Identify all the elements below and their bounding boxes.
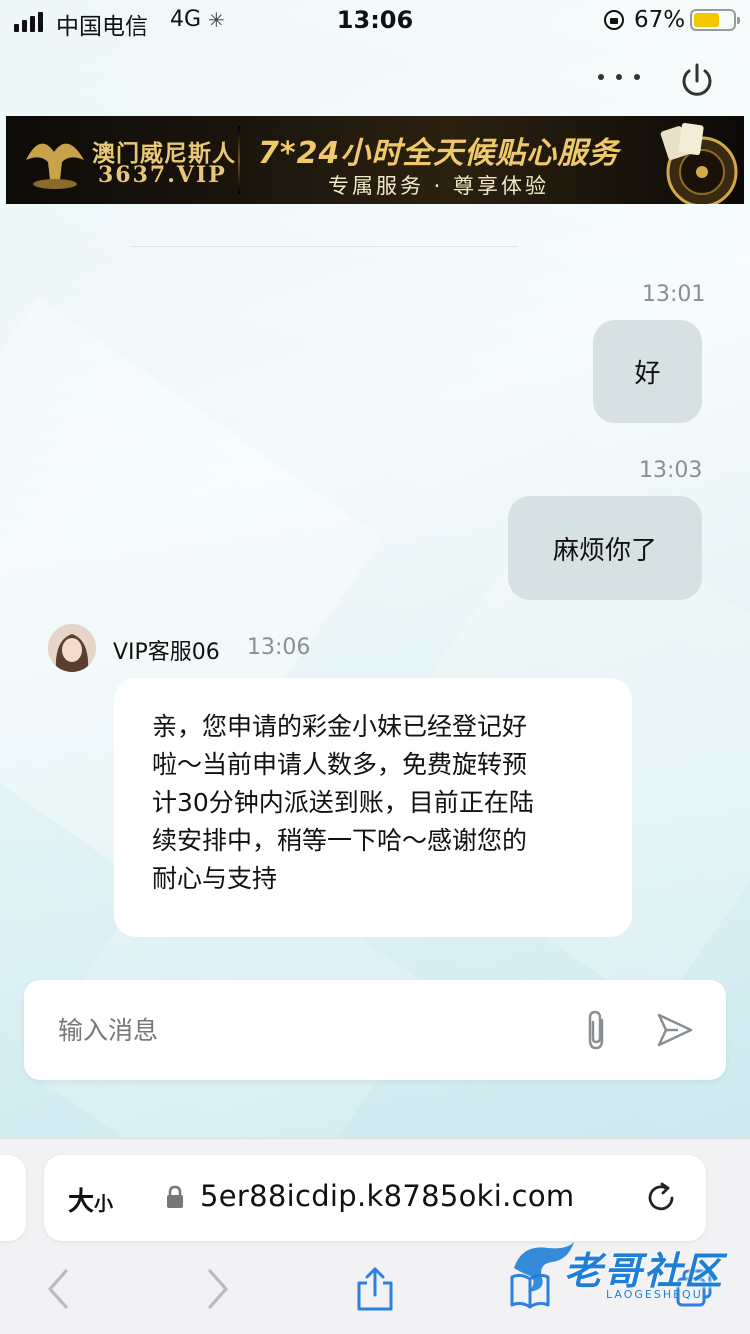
- previous-tab-pill[interactable]: [0, 1155, 26, 1241]
- reload-icon[interactable]: [644, 1181, 678, 1215]
- message-text: 麻烦你了: [552, 535, 657, 566]
- battery-icon: [690, 9, 740, 31]
- watermark-text: 老哥社区: [564, 1249, 725, 1293]
- history-divider: [130, 246, 518, 247]
- share-icon[interactable]: [355, 1267, 395, 1311]
- message-line: 计30分钟内派送到账，目前正在陆: [152, 788, 534, 817]
- message-line: 啦～当前申请人数多，免费旋转预: [152, 750, 528, 779]
- promo-banner[interactable]: 澳门威尼斯人 3637.VIP 7*24小时全天候贴心服务 专属服务 · 尊享体…: [6, 116, 744, 204]
- agent-message-time: 13:06: [247, 635, 311, 660]
- status-bar: 中国电信 4G ✳ 13:06 67%: [0, 0, 750, 40]
- agent-avatar[interactable]: [48, 624, 96, 672]
- back-icon[interactable]: [38, 1267, 78, 1311]
- banner-headline: 7*24小时全天候贴心服务: [258, 136, 620, 171]
- more-options-button[interactable]: [598, 62, 640, 92]
- paperclip-icon[interactable]: [578, 1008, 614, 1052]
- message-timestamp: 13:01: [642, 282, 706, 307]
- message-composer: [24, 980, 726, 1080]
- text-size-big: 大: [68, 1187, 95, 1217]
- banner-subline: 专属服务 · 尊享体验: [328, 174, 550, 198]
- text-size-button[interactable]: 大小: [68, 1181, 113, 1218]
- message-input[interactable]: [58, 1010, 558, 1050]
- agent-name: VIP客服06: [113, 640, 220, 665]
- message-line: 续安排中，稍等一下哈～感谢您的: [152, 826, 528, 855]
- rotation-lock-icon: [604, 10, 624, 30]
- message-timestamp: 13:03: [639, 458, 703, 483]
- outgoing-message-bubble[interactable]: 麻烦你了: [508, 496, 702, 600]
- message-line: 耐心与支持: [152, 864, 278, 893]
- roulette-wheel-icon: [660, 123, 738, 204]
- send-icon[interactable]: [656, 1012, 694, 1048]
- power-icon[interactable]: [678, 62, 716, 100]
- text-size-small: 小: [94, 1193, 114, 1215]
- forward-icon[interactable]: [198, 1267, 238, 1311]
- lock-icon: [167, 1185, 183, 1208]
- watermark-subtext: LAOGESHEQU: [606, 1288, 703, 1301]
- agent-avatar-icon: [48, 624, 96, 672]
- message-text: 好: [634, 359, 661, 389]
- incoming-message-bubble[interactable]: 亲，您申请的彩金小妹已经登记好 啦～当前申请人数多，免费旋转预 计30分钟内派送…: [114, 678, 632, 937]
- outgoing-message-bubble[interactable]: 好: [593, 320, 702, 423]
- message-line: 亲，您申请的彩金小妹已经登记好: [152, 712, 528, 741]
- battery-percent: 67%: [634, 7, 686, 33]
- banner-divider: [238, 126, 240, 194]
- winged-lion-logo-icon: [26, 143, 84, 189]
- banner-code: 3637.VIP: [98, 162, 227, 188]
- address-bar[interactable]: 大小 5er88icdip.k8785oki.com: [44, 1155, 706, 1241]
- url-text: 5er88icdip.k8785oki.com: [200, 1179, 575, 1213]
- site-watermark: 老哥社区 LAOGESHEQU: [508, 1234, 740, 1314]
